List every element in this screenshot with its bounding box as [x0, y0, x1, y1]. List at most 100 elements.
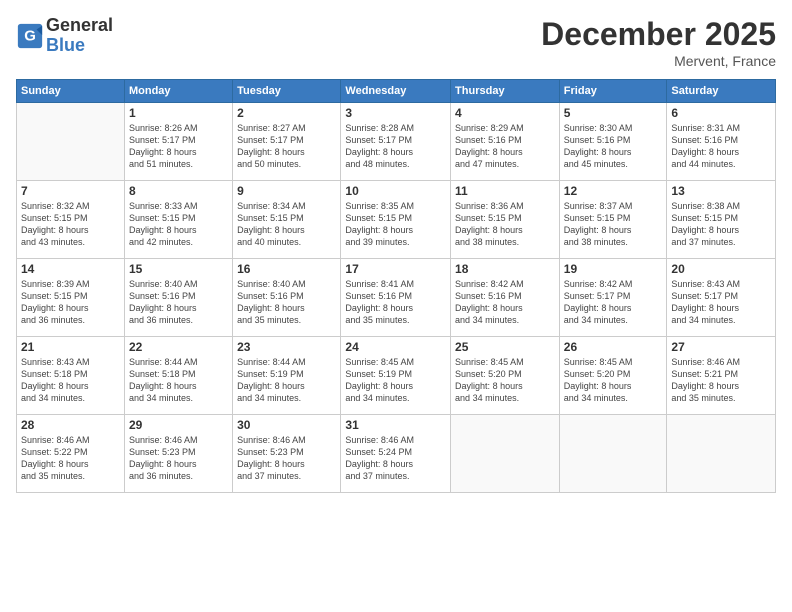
- logo: G General Blue: [16, 16, 113, 56]
- day-number: 15: [129, 262, 228, 276]
- day-number: 18: [455, 262, 555, 276]
- calendar-cell: 4Sunrise: 8:29 AMSunset: 5:16 PMDaylight…: [451, 103, 560, 181]
- day-number: 31: [345, 418, 446, 432]
- cell-info: Sunrise: 8:42 AMSunset: 5:17 PMDaylight:…: [564, 278, 663, 327]
- cell-info: Sunrise: 8:33 AMSunset: 5:15 PMDaylight:…: [129, 200, 228, 249]
- cell-info: Sunrise: 8:45 AMSunset: 5:19 PMDaylight:…: [345, 356, 446, 405]
- calendar-cell: 25 Sunrise: 8:45 AMSunset: 5:20 PMDayligh…: [451, 337, 560, 415]
- calendar-cell: 31 Sunrise: 8:46 AMSunset: 5:24 PMDayligh…: [341, 415, 451, 493]
- calendar-cell: 2 Sunrise: 8:27 AMSunset: 5:17 PMDaylight…: [233, 103, 341, 181]
- cell-info: Sunrise: 8:34 AMSunset: 5:15 PMDaylight:…: [237, 200, 336, 249]
- calendar-cell: [667, 415, 776, 493]
- day-number: 19: [564, 262, 663, 276]
- calendar-table: SundayMondayTuesdayWednesdayThursdayFrid…: [16, 79, 776, 493]
- day-number: 16: [237, 262, 336, 276]
- weekday-header: Tuesday: [233, 80, 341, 103]
- logo-blue-text: Blue: [46, 36, 113, 56]
- cell-info: Sunrise: 8:46 AMSunset: 5:24 PMDaylight:…: [345, 434, 446, 483]
- day-number: 26: [564, 340, 663, 354]
- cell-info: Sunrise: 8:45 AMSunset: 5:20 PMDaylight:…: [455, 356, 555, 405]
- day-number: 29: [129, 418, 228, 432]
- calendar-cell: 9 Sunrise: 8:34 AMSunset: 5:15 PMDaylight…: [233, 181, 341, 259]
- calendar-cell: 18Sunrise: 8:42 AMSunset: 5:16 PMDayligh…: [451, 259, 560, 337]
- cell-info: Sunrise: 8:43 AMSunset: 5:18 PMDaylight:…: [21, 356, 120, 405]
- logo-icon: G: [16, 22, 44, 50]
- month-title: December 2025: [541, 16, 776, 53]
- calendar-week-row: 21 Sunrise: 8:43 AMSunset: 5:18 PMDayligh…: [17, 337, 776, 415]
- weekday-header: Saturday: [667, 80, 776, 103]
- cell-info: Sunrise: 8:40 AMSunset: 5:16 PMDaylight:…: [237, 278, 336, 327]
- cell-info: Sunrise: 8:30 AMSunset: 5:16 PMDaylight:…: [564, 122, 663, 171]
- cell-info: Sunrise: 8:28 AMSunset: 5:17 PMDaylight:…: [345, 122, 446, 171]
- day-number: 25: [455, 340, 555, 354]
- cell-info: Sunrise: 8:26 AMSunset: 5:17 PMDaylight:…: [129, 122, 228, 171]
- day-number: 2: [237, 106, 336, 120]
- weekday-header: Monday: [124, 80, 232, 103]
- day-number: 6: [671, 106, 771, 120]
- weekday-header: Friday: [559, 80, 667, 103]
- cell-info: Sunrise: 8:45 AMSunset: 5:20 PMDaylight:…: [564, 356, 663, 405]
- day-number: 13: [671, 184, 771, 198]
- calendar-cell: 29 Sunrise: 8:46 AMSunset: 5:23 PMDayligh…: [124, 415, 232, 493]
- calendar-cell: 3 Sunrise: 8:28 AMSunset: 5:17 PMDaylight…: [341, 103, 451, 181]
- day-number: 21: [21, 340, 120, 354]
- calendar-cell: 5 Sunrise: 8:30 AMSunset: 5:16 PMDaylight…: [559, 103, 667, 181]
- calendar-week-row: 7Sunrise: 8:32 AMSunset: 5:15 PMDaylight…: [17, 181, 776, 259]
- cell-info: Sunrise: 8:40 AMSunset: 5:16 PMDaylight:…: [129, 278, 228, 327]
- calendar-cell: 10 Sunrise: 8:35 AMSunset: 5:15 PMDayligh…: [341, 181, 451, 259]
- cell-info: Sunrise: 8:44 AMSunset: 5:19 PMDaylight:…: [237, 356, 336, 405]
- calendar-week-row: 28Sunrise: 8:46 AMSunset: 5:22 PMDayligh…: [17, 415, 776, 493]
- calendar-cell: 13Sunrise: 8:38 AMSunset: 5:15 PMDayligh…: [667, 181, 776, 259]
- calendar-cell: 26 Sunrise: 8:45 AMSunset: 5:20 PMDayligh…: [559, 337, 667, 415]
- cell-info: Sunrise: 8:36 AMSunset: 5:15 PMDaylight:…: [455, 200, 555, 249]
- cell-info: Sunrise: 8:46 AMSunset: 5:21 PMDaylight:…: [671, 356, 771, 405]
- calendar-cell: [451, 415, 560, 493]
- cell-info: Sunrise: 8:39 AMSunset: 5:15 PMDaylight:…: [21, 278, 120, 327]
- day-number: 17: [345, 262, 446, 276]
- day-number: 10: [345, 184, 446, 198]
- calendar-cell: 8 Sunrise: 8:33 AMSunset: 5:15 PMDaylight…: [124, 181, 232, 259]
- day-number: 5: [564, 106, 663, 120]
- calendar-cell: [559, 415, 667, 493]
- day-number: 12: [564, 184, 663, 198]
- cell-info: Sunrise: 8:27 AMSunset: 5:17 PMDaylight:…: [237, 122, 336, 171]
- calendar-week-row: 1 Sunrise: 8:26 AMSunset: 5:17 PMDaylight…: [17, 103, 776, 181]
- cell-info: Sunrise: 8:35 AMSunset: 5:15 PMDaylight:…: [345, 200, 446, 249]
- calendar-cell: 15 Sunrise: 8:40 AMSunset: 5:16 PMDayligh…: [124, 259, 232, 337]
- calendar-cell: 30Sunrise: 8:46 AMSunset: 5:23 PMDayligh…: [233, 415, 341, 493]
- calendar-header-row: SundayMondayTuesdayWednesdayThursdayFrid…: [17, 80, 776, 103]
- calendar-cell: [17, 103, 125, 181]
- day-number: 8: [129, 184, 228, 198]
- calendar-cell: 6 Sunrise: 8:31 AMSunset: 5:16 PMDaylight…: [667, 103, 776, 181]
- day-number: 23: [237, 340, 336, 354]
- calendar-cell: 11Sunrise: 8:36 AMSunset: 5:15 PMDayligh…: [451, 181, 560, 259]
- calendar-cell: 28Sunrise: 8:46 AMSunset: 5:22 PMDayligh…: [17, 415, 125, 493]
- cell-info: Sunrise: 8:41 AMSunset: 5:16 PMDaylight:…: [345, 278, 446, 327]
- cell-info: Sunrise: 8:37 AMSunset: 5:15 PMDaylight:…: [564, 200, 663, 249]
- calendar-cell: 14 Sunrise: 8:39 AMSunset: 5:15 PMDayligh…: [17, 259, 125, 337]
- calendar-cell: 7Sunrise: 8:32 AMSunset: 5:15 PMDaylight…: [17, 181, 125, 259]
- cell-info: Sunrise: 8:46 AMSunset: 5:23 PMDaylight:…: [129, 434, 228, 483]
- cell-info: Sunrise: 8:32 AMSunset: 5:15 PMDaylight:…: [21, 200, 120, 249]
- day-number: 14: [21, 262, 120, 276]
- day-number: 1: [129, 106, 228, 120]
- calendar-cell: 23 Sunrise: 8:44 AMSunset: 5:19 PMDayligh…: [233, 337, 341, 415]
- day-number: 22: [129, 340, 228, 354]
- cell-info: Sunrise: 8:31 AMSunset: 5:16 PMDaylight:…: [671, 122, 771, 171]
- location: Mervent, France: [541, 53, 776, 69]
- calendar-cell: 17 Sunrise: 8:41 AMSunset: 5:16 PMDayligh…: [341, 259, 451, 337]
- weekday-header: Sunday: [17, 80, 125, 103]
- calendar-cell: 22Sunrise: 8:44 AMSunset: 5:18 PMDayligh…: [124, 337, 232, 415]
- calendar-cell: 21 Sunrise: 8:43 AMSunset: 5:18 PMDayligh…: [17, 337, 125, 415]
- day-number: 3: [345, 106, 446, 120]
- calendar-cell: 20 Sunrise: 8:43 AMSunset: 5:17 PMDayligh…: [667, 259, 776, 337]
- day-number: 24: [345, 340, 446, 354]
- day-number: 28: [21, 418, 120, 432]
- day-number: 20: [671, 262, 771, 276]
- day-number: 9: [237, 184, 336, 198]
- calendar-cell: 27Sunrise: 8:46 AMSunset: 5:21 PMDayligh…: [667, 337, 776, 415]
- day-number: 30: [237, 418, 336, 432]
- calendar-cell: 24 Sunrise: 8:45 AMSunset: 5:19 PMDayligh…: [341, 337, 451, 415]
- cell-info: Sunrise: 8:29 AMSunset: 5:16 PMDaylight:…: [455, 122, 555, 171]
- cell-info: Sunrise: 8:43 AMSunset: 5:17 PMDaylight:…: [671, 278, 771, 327]
